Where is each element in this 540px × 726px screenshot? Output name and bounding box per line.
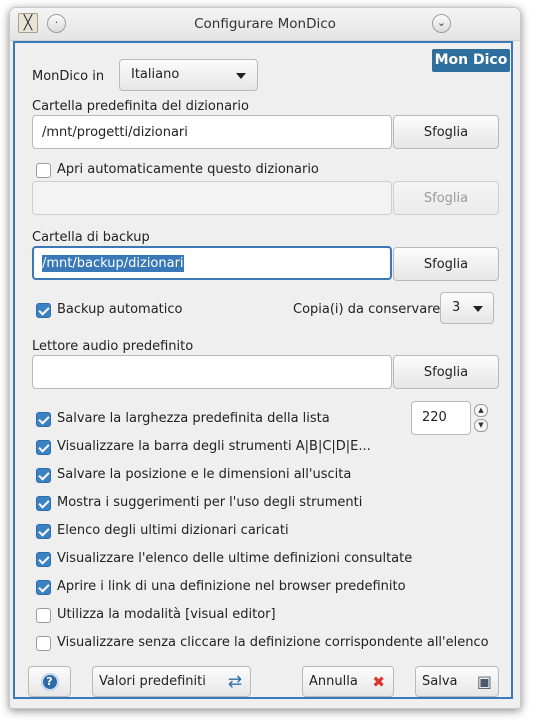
language-select[interactable]: Italiano	[119, 59, 258, 91]
option-label: Utilizza la modalità [visual editor]	[57, 607, 276, 622]
option-label: Visualizzare l'elenco delle ultime defin…	[57, 551, 413, 566]
defaults-label: Valori predefiniti	[99, 674, 206, 689]
save-icon: ▣	[476, 672, 492, 691]
dict-folder-input[interactable]: /mnt/progetti/dizionari	[32, 115, 392, 149]
help-icon: ?	[40, 672, 59, 691]
option-checkbox[interactable]	[36, 552, 51, 567]
backup-folder-label: Cartella di backup	[32, 230, 150, 245]
copies-label: Copia(i) da conservare	[293, 302, 441, 317]
audio-player-browse-button[interactable]: Sfoglia	[393, 355, 499, 389]
option-label: Salvare la larghezza predefinita della l…	[57, 411, 330, 426]
window-menu-button[interactable]: ⌄	[432, 14, 451, 33]
auto-open-label: Apri automaticamente questo dizionario	[57, 162, 319, 177]
option-checkbox[interactable]	[36, 468, 51, 483]
list-width-spinner[interactable]: 220	[411, 401, 471, 435]
settings-dialog: ╳ · Configurare MonDico ⌄ Mon Dico MonDi…	[9, 7, 521, 709]
save-button[interactable]: Salva ▣	[415, 666, 499, 697]
list-width-value: 220	[422, 410, 447, 425]
option-checkbox[interactable]	[36, 608, 51, 623]
option-label: Visualizzare la barra degli strumenti A|…	[57, 439, 371, 454]
auto-open-input[interactable]	[32, 181, 392, 215]
chevron-down-icon	[236, 73, 246, 79]
title-bar: ╳ · Configurare MonDico ⌄	[10, 8, 520, 41]
option-checkbox[interactable]	[36, 524, 51, 539]
backup-folder-input[interactable]: /mnt/backup/dizionari	[32, 246, 392, 280]
increment-icon[interactable]: ▲	[474, 404, 488, 417]
dict-folder-value: /mnt/progetti/dizionari	[42, 124, 188, 140]
auto-backup-checkbox[interactable]	[36, 303, 51, 318]
option-label: Mostra i suggerimenti per l'uso degli st…	[57, 495, 363, 510]
cancel-label: Annulla	[309, 674, 358, 689]
backup-folder-value: /mnt/backup/dizionari	[42, 254, 184, 272]
dict-folder-label: Cartella predefinita del dizionario	[32, 99, 249, 114]
cancel-button[interactable]: Annulla ✖	[302, 666, 394, 697]
option-checkbox[interactable]	[36, 580, 51, 595]
option-checkbox[interactable]	[36, 496, 51, 511]
option-checkbox[interactable]	[36, 636, 51, 651]
audio-player-input[interactable]	[32, 355, 392, 389]
option-label: Aprire i link di una definizione nel bro…	[57, 579, 406, 594]
dialog-content: Mon Dico MonDico in Italiano Cartella pr…	[13, 41, 513, 699]
defaults-button[interactable]: Valori predefiniti ⇄	[92, 666, 251, 697]
option-label: Visualizzare senza cliccare la definizio…	[57, 635, 489, 650]
auto-open-checkbox[interactable]	[36, 163, 51, 178]
decrement-icon[interactable]: ▼	[474, 419, 488, 432]
option-label: Salvare la posizione e le dimensioni all…	[57, 467, 352, 482]
list-width-stepper[interactable]: ▲ ▼	[474, 404, 489, 432]
option-label: Elenco degli ultimi dizionari caricati	[57, 523, 289, 538]
language-label: MonDico in	[32, 69, 105, 84]
dict-folder-browse-button[interactable]: Sfoglia	[393, 115, 499, 149]
refresh-icon: ⇄	[227, 671, 242, 692]
chevron-down-icon	[473, 306, 483, 312]
help-button[interactable]: ?	[28, 666, 71, 697]
copies-value: 3	[452, 300, 461, 315]
option-checkbox[interactable]	[36, 412, 51, 427]
language-value: Italiano	[131, 67, 180, 82]
copies-select[interactable]: 3	[440, 292, 494, 324]
backup-folder-browse-button[interactable]: Sfoglia	[393, 247, 499, 281]
mondico-logo: Mon Dico	[432, 49, 510, 72]
auto-open-browse-button[interactable]: Sfoglia	[393, 181, 499, 215]
option-checkbox[interactable]	[36, 440, 51, 455]
save-label: Salva	[422, 674, 458, 689]
cancel-icon: ✖	[372, 672, 385, 691]
audio-player-label: Lettore audio predefinito	[32, 339, 194, 354]
auto-backup-label: Backup automatico	[57, 302, 183, 317]
